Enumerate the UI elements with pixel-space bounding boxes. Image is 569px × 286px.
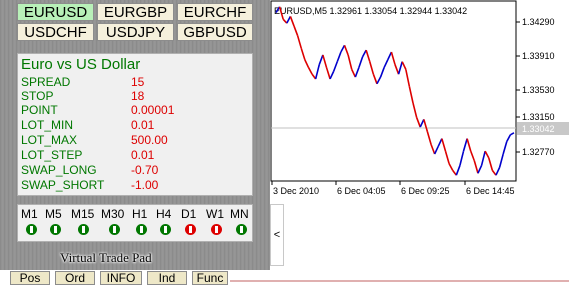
panel-title: Virtual Trade Pad — [60, 250, 152, 265]
symbol-description: Euro vs US Dollar — [21, 56, 141, 73]
divider — [230, 280, 569, 282]
timeframe-label-mn: MN — [230, 207, 249, 221]
timeframe-label-m5: M5 — [45, 207, 62, 221]
tab-pos[interactable]: Pos — [10, 271, 50, 285]
current-price-label: 1.33042 — [522, 124, 555, 134]
x-tick-label: 6 Dec 04:05 — [337, 186, 386, 196]
timeframe-label-m15: M15 — [71, 207, 95, 221]
info-value-swap-short: -1.00 — [131, 178, 159, 192]
y-tick-label: 1.34290 — [522, 17, 555, 27]
trend-up-icon — [78, 224, 89, 235]
collapse-panel-button[interactable]: < — [270, 204, 284, 266]
price-chart[interactable]: EURUSD,M5 1.32961 1.33054 1.32944 1.3304… — [270, 0, 569, 200]
tab-func[interactable]: Func — [192, 271, 228, 285]
timeframe-label-h4: H4 — [156, 207, 172, 221]
symbol-info-box: Euro vs US Dollar SPREAD 15 STOP 18 POIN… — [17, 53, 253, 196]
x-tick-label: 3 Dec 2010 — [273, 186, 319, 196]
info-label-swap-short: SWAP_SHORT — [21, 178, 105, 192]
trade-pad-panel: EURUSD EURGBP EURCHF USDCHF USDJPY GBPUS… — [0, 0, 270, 270]
timeframe-label-w1: W1 — [206, 207, 224, 221]
price-chart-svg: EURUSD,M5 1.32961 1.33054 1.32944 1.3304… — [270, 0, 569, 196]
y-tick-label: 1.32770 — [522, 147, 555, 157]
x-axis: 3 Dec 2010 6 Dec 04:05 6 Dec 09:25 6 Dec… — [271, 181, 515, 196]
symbol-button-eurgbp[interactable]: EURGBP — [97, 3, 174, 21]
trend-up-icon — [160, 224, 171, 235]
trend-down-icon — [185, 224, 196, 235]
trend-up-icon — [136, 224, 147, 235]
symbol-button-usdchf[interactable]: USDCHF — [17, 23, 94, 41]
info-value-lot-step: 0.01 — [131, 148, 155, 162]
panel-tab-bar: Pos Ord INFO Ind Func — [0, 270, 569, 286]
info-label-spread: SPREAD — [21, 75, 71, 89]
info-value-point: 0.00001 — [131, 103, 175, 117]
x-tick-label: 6 Dec 09:25 — [401, 186, 450, 196]
info-label-stop: STOP — [21, 89, 54, 103]
trend-up-icon — [109, 224, 120, 235]
plot-area-frame — [270, 0, 517, 182]
trend-up-icon — [26, 224, 37, 235]
symbol-button-eurusd[interactable]: EURUSD — [17, 3, 94, 21]
symbol-button-eurchf[interactable]: EURCHF — [177, 3, 253, 21]
info-value-stop: 18 — [131, 89, 145, 103]
tab-ind[interactable]: Ind — [147, 271, 187, 285]
y-tick-label: 1.33530 — [522, 85, 555, 95]
y-tick-label: 1.33150 — [522, 112, 555, 122]
trend-up-icon — [236, 224, 247, 235]
info-label-lot-step: LOT_STEP — [21, 148, 83, 162]
x-tick-label: 6 Dec 14:45 — [466, 186, 515, 196]
trend-down-icon — [211, 224, 222, 235]
timeframe-trend-box: M1 M5 M15 M30 H1 H4 D1 W1 MN — [17, 204, 253, 242]
timeframe-label-m30: M30 — [101, 207, 125, 221]
timeframe-label-d1: D1 — [181, 207, 197, 221]
info-value-lot-max: 500.00 — [131, 133, 168, 147]
tab-ord[interactable]: Ord — [55, 271, 95, 285]
tab-info[interactable]: INFO — [100, 271, 142, 285]
info-value-lot-min: 0.01 — [131, 118, 155, 132]
timeframe-label-h1: H1 — [132, 207, 148, 221]
symbol-button-usdjpy[interactable]: USDJPY — [97, 23, 174, 41]
y-axis: 1.34290 1.33910 1.33530 1.33150 1.32770 … — [516, 17, 569, 157]
y-tick-label: 1.33910 — [522, 51, 555, 61]
info-value-spread: 15 — [131, 75, 145, 89]
timeframe-label-m1: M1 — [21, 207, 38, 221]
trend-up-icon — [50, 224, 61, 235]
info-value-swap-long: -0.70 — [131, 163, 159, 177]
info-label-lot-min: LOT_MIN — [21, 118, 74, 132]
info-label-point: POINT — [21, 103, 58, 117]
info-label-swap-long: SWAP_LONG — [21, 163, 97, 177]
symbol-button-gbpusd[interactable]: GBPUSD — [177, 23, 253, 41]
chart-header: EURUSD,M5 1.32961 1.33054 1.32944 1.3304… — [274, 6, 467, 16]
info-label-lot-max: LOT_MAX — [21, 133, 78, 147]
